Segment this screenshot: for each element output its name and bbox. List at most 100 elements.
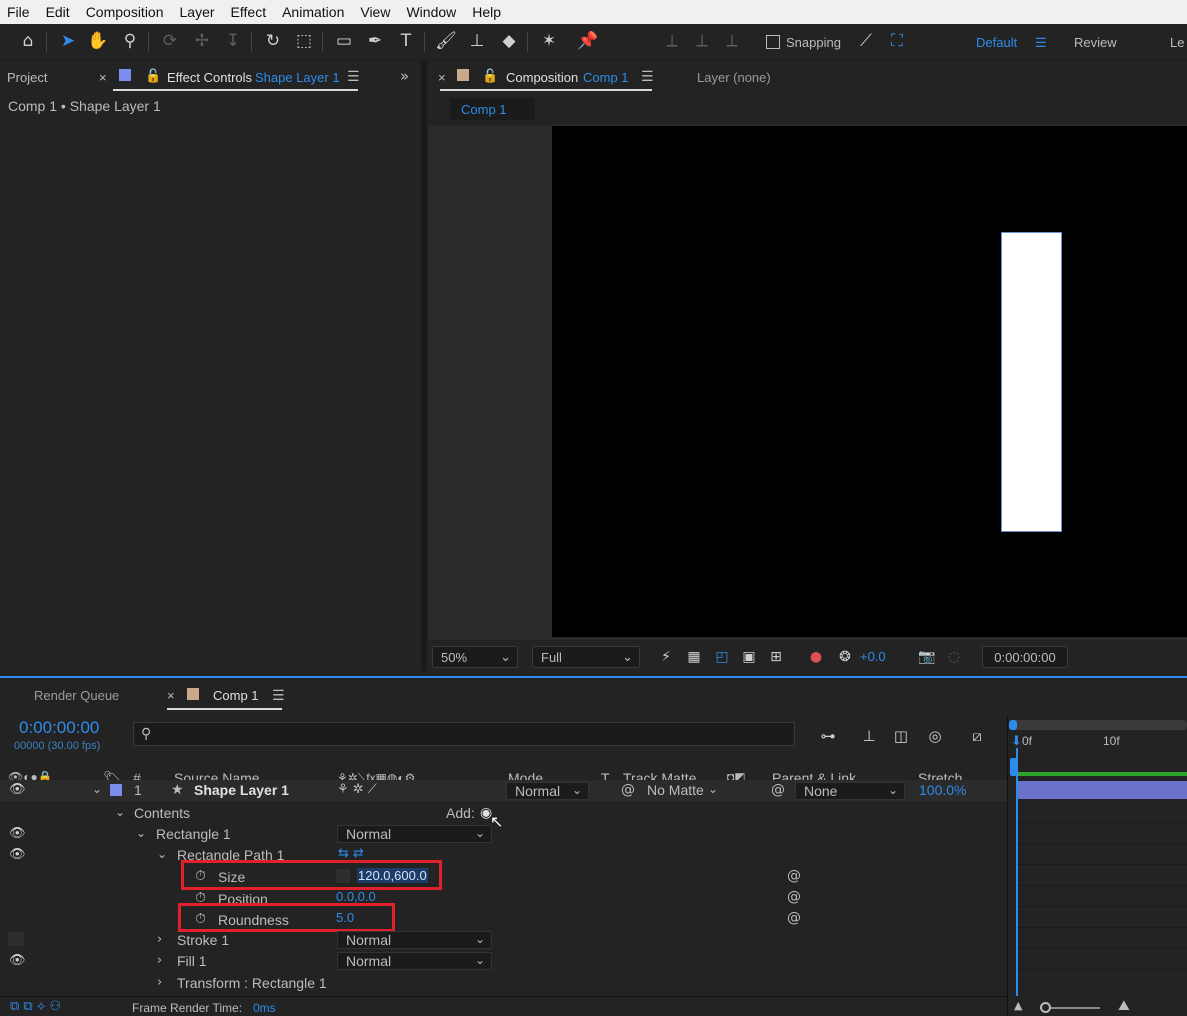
- close-icon[interactable]: ×: [167, 688, 175, 703]
- tab-effect-controls[interactable]: Effect Controls: [167, 70, 252, 85]
- menu-edit[interactable]: Edit: [38, 4, 78, 20]
- zoom-dropdown[interactable]: 50% ⌄: [432, 646, 518, 668]
- snap-feather-icon[interactable]: ⟋: [854, 29, 878, 53]
- footer-toggle-icons[interactable]: ⧉ ⧉ ⟡ ⚇: [10, 999, 61, 1014]
- rectangle-group-name[interactable]: Rectangle 1: [156, 826, 231, 842]
- chevron-down-icon[interactable]: ⌄: [115, 805, 125, 819]
- current-time[interactable]: 0:00:00:00: [19, 718, 99, 738]
- menu-composition[interactable]: Composition: [78, 4, 172, 20]
- pen-tool-icon[interactable]: ✒: [363, 29, 387, 53]
- exposure-value[interactable]: +0.0: [860, 649, 886, 664]
- zoom-out-icon[interactable]: ▲: [1014, 999, 1022, 1012]
- chevron-down-icon[interactable]: ⌄: [136, 826, 146, 840]
- close-icon[interactable]: ×: [438, 70, 446, 85]
- workspace-review[interactable]: Review: [1074, 35, 1117, 50]
- parent-pick-whip-icon[interactable]: @: [771, 782, 785, 798]
- color-channels-icon[interactable]: ●: [804, 645, 828, 669]
- menu-layer[interactable]: Layer: [172, 4, 223, 20]
- stretch-value[interactable]: 100.0%: [919, 782, 966, 798]
- expression-pick-whip-icon[interactable]: @: [787, 910, 801, 926]
- eye-icon[interactable]: 👁: [9, 782, 26, 797]
- pan-camera-icon[interactable]: ✢: [190, 29, 214, 53]
- time-graph-area[interactable]: [1007, 716, 1187, 1016]
- hand-tool-icon[interactable]: ✋: [86, 29, 110, 53]
- reset-exposure-icon[interactable]: ❂: [833, 645, 857, 669]
- zoom-tool-icon[interactable]: ⚲: [118, 29, 142, 53]
- orbit-camera-icon[interactable]: ⟳: [158, 29, 182, 53]
- fill-name[interactable]: Fill 1: [177, 953, 207, 969]
- brush-tool-icon[interactable]: 🖌: [434, 29, 458, 53]
- panel-menu-icon[interactable]: ☰: [347, 69, 360, 85]
- transparency-grid-icon[interactable]: ▦: [682, 645, 706, 669]
- composition-mini-flowchart-icon[interactable]: ⊶: [816, 724, 840, 748]
- grid-guides-icon[interactable]: ⊞: [764, 645, 788, 669]
- stroke-mode-dropdown[interactable]: Normal ⌄: [337, 931, 492, 949]
- region-of-interest-icon[interactable]: ▣: [737, 645, 761, 669]
- parent-dropdown[interactable]: None ⌄: [795, 782, 905, 800]
- resolution-dropdown[interactable]: Full ⌄: [532, 646, 640, 668]
- workspace-default[interactable]: Default: [976, 35, 1017, 50]
- fill-mode-dropdown[interactable]: Normal ⌄: [337, 952, 492, 970]
- eye-icon[interactable]: 👁: [9, 953, 26, 968]
- track-matte-value[interactable]: No Matte: [647, 782, 704, 798]
- zoom-slider-thumb[interactable]: [1040, 1002, 1051, 1013]
- workspace-menu-icon[interactable]: ☰: [1035, 35, 1047, 51]
- tab-composition-name[interactable]: Comp 1: [583, 70, 629, 85]
- visibility-off-toggle[interactable]: [8, 932, 24, 946]
- stroke-name[interactable]: Stroke 1: [177, 932, 229, 948]
- position-value[interactable]: 0.0,0.0: [336, 889, 376, 904]
- rectangle-mode-dropdown[interactable]: Normal ⌄: [337, 825, 492, 843]
- eye-icon[interactable]: 👁: [9, 847, 26, 862]
- white-rectangle-shape[interactable]: [1001, 232, 1062, 532]
- tab-render-queue[interactable]: Render Queue: [34, 688, 119, 703]
- roto-brush-tool-icon[interactable]: ✶: [537, 29, 561, 53]
- composition-canvas[interactable]: [552, 126, 1187, 637]
- dolly-camera-icon[interactable]: ↧: [221, 29, 245, 53]
- eye-icon[interactable]: 👁: [9, 826, 26, 841]
- menu-file[interactable]: File: [0, 4, 38, 20]
- menu-view[interactable]: View: [352, 4, 398, 20]
- chevron-double-right-icon[interactable]: »: [400, 67, 409, 85]
- snapping-checkbox[interactable]: [766, 35, 780, 49]
- workspace-learn[interactable]: Le: [1170, 35, 1184, 50]
- layer-switches[interactable]: ⚘ ✲ ⟋: [337, 782, 377, 797]
- chevron-down-icon[interactable]: ⌄: [157, 847, 167, 861]
- tab-effect-controls-layer[interactable]: Shape Layer 1: [255, 70, 340, 85]
- menu-window[interactable]: Window: [398, 4, 464, 20]
- layer-mode-dropdown[interactable]: Normal ⌄: [506, 782, 589, 800]
- lock-icon[interactable]: 🔓: [482, 68, 498, 84]
- frame-blending-icon[interactable]: ◎: [923, 724, 947, 748]
- show-snapshot-icon[interactable]: ◌: [942, 645, 966, 669]
- mask-visibility-icon[interactable]: ◰: [710, 645, 734, 669]
- panel-menu-icon[interactable]: ☰: [272, 688, 285, 704]
- current-time-display[interactable]: 0:00:00:00: [982, 646, 1068, 668]
- menu-animation[interactable]: Animation: [274, 4, 352, 20]
- chevron-right-icon[interactable]: ›: [157, 975, 162, 990]
- type-tool-icon[interactable]: T: [394, 29, 418, 53]
- layer-name[interactable]: Shape Layer 1: [194, 782, 289, 798]
- draft-3d-icon[interactable]: ⊥: [857, 724, 881, 748]
- panel-divider[interactable]: [421, 61, 427, 671]
- work-area-bar[interactable]: [1018, 772, 1187, 776]
- transform-name[interactable]: Transform : Rectangle 1: [177, 975, 327, 991]
- comp-subtab[interactable]: Comp 1: [450, 98, 535, 120]
- zoom-in-icon[interactable]: ⛰: [1118, 998, 1130, 1014]
- menu-help[interactable]: Help: [464, 4, 509, 20]
- fast-preview-icon[interactable]: ⚡: [654, 645, 678, 669]
- expression-pick-whip-icon[interactable]: @: [787, 868, 801, 884]
- rotation-tool-icon[interactable]: ↻: [261, 29, 285, 53]
- rectangle-tool-icon[interactable]: ▭: [332, 29, 356, 53]
- layer-label-swatch[interactable]: [110, 784, 122, 796]
- tab-layer[interactable]: Layer (none): [697, 70, 771, 85]
- layer-duration-bar[interactable]: [1018, 781, 1187, 799]
- panel-menu-icon[interactable]: ☰: [641, 69, 654, 85]
- path-direction-icons[interactable]: ⇆ ⇄: [338, 846, 364, 861]
- snapshot-camera-icon[interactable]: 📷: [915, 645, 939, 669]
- pick-whip-icon[interactable]: @: [621, 782, 635, 798]
- time-navigator[interactable]: [1010, 720, 1187, 730]
- selection-tool-icon[interactable]: ➤: [56, 29, 80, 53]
- navigator-start-handle[interactable]: [1009, 720, 1017, 730]
- pan-behind-tool-icon[interactable]: ⬚: [292, 29, 316, 53]
- tab-comp-timeline[interactable]: Comp 1: [213, 688, 259, 703]
- lock-icon[interactable]: 🔓: [145, 68, 161, 84]
